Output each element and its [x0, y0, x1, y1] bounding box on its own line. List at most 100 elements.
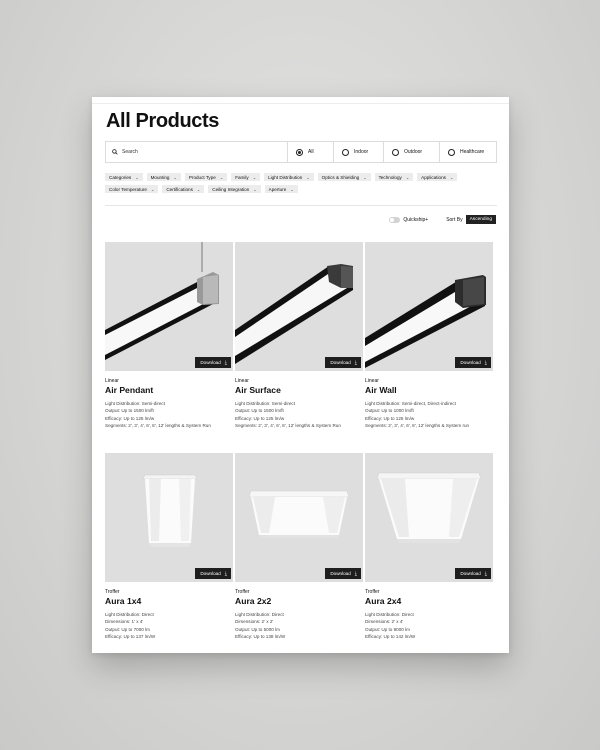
product-spec: Efficacy: Up to 137 lm/W — [105, 634, 156, 640]
sort-select[interactable]: Ascending — [465, 215, 496, 224]
product-name[interactable]: Aura 1x4 — [105, 596, 233, 606]
product-name[interactable]: Air Pendant — [105, 385, 233, 395]
filter-label: Light Distribution — [268, 174, 303, 180]
search-input[interactable] — [122, 149, 272, 155]
product-name[interactable]: Air Wall — [365, 385, 493, 395]
download-icon: ⤓ — [224, 359, 227, 366]
scope-option-healthcare[interactable]: Healthcare — [440, 142, 496, 162]
product-spec: Light Distribution: Direct — [235, 612, 284, 617]
filter-light-distribution[interactable]: Light Distribution ⌄ — [264, 173, 314, 181]
product-card[interactable]: Download ⤓ Linear Air Surface Light Distr… — [235, 242, 363, 445]
linear-pendant-image — [105, 242, 219, 360]
chevron-down-icon: ⌄ — [253, 186, 257, 192]
product-spec: Light Distribution: Direct — [365, 612, 414, 617]
filter-bar: Categories ⌄ Mounting ⌄ Product Type ⌄ Fami… — [105, 173, 485, 193]
search-field[interactable] — [106, 142, 288, 162]
filter-label: Ceiling Integration — [212, 186, 250, 192]
product-image[interactable]: Download ⤓ — [365, 242, 493, 371]
product-family: Troffer — [235, 589, 250, 595]
product-name[interactable]: Air Surface — [235, 385, 363, 395]
product-name[interactable]: Aura 2x4 — [365, 596, 493, 606]
linear-surface-image — [235, 264, 353, 364]
product-image[interactable]: Download ⤓ — [235, 242, 363, 371]
product-spec: Dimensions: 2' x 2' — [235, 619, 274, 625]
download-button[interactable]: Download ⤓ — [325, 568, 361, 579]
product-family: Linear — [235, 378, 249, 384]
product-spec: Segments: 2', 3', 4', 6', 8', 12' length… — [235, 423, 341, 429]
product-card[interactable]: Download ⤓ Troffer Aura 2x4 Light Distrib… — [365, 453, 493, 653]
product-card[interactable]: Download ⤓ Linear Air Pendant Light Distr… — [105, 242, 233, 445]
chevron-down-icon: ⌄ — [290, 186, 294, 192]
product-spec: Light Distribution: Direct — [105, 612, 154, 617]
chevron-down-icon: ⌄ — [173, 174, 177, 180]
chevron-down-icon: ⌄ — [219, 174, 224, 180]
filter-aperture[interactable]: Aperture ⌄ — [264, 185, 298, 193]
product-spec: Output: Up to 7000 lm — [105, 626, 150, 632]
product-spec: Efficacy: Up to 125 lm/w — [365, 415, 415, 421]
product-card[interactable]: Download ⤓ Linear Air Wall Light Distribu… — [365, 242, 493, 445]
scope-label: All — [308, 149, 314, 155]
product-spec: Efficacy: Up to 142 lm/W — [365, 634, 416, 640]
download-button[interactable]: Download ⤓ — [455, 357, 491, 368]
download-icon: ⤓ — [484, 359, 487, 366]
chevron-down-icon: ⌄ — [449, 174, 454, 180]
download-button[interactable]: Download ⤓ — [325, 357, 361, 368]
chevron-down-icon: ⌄ — [252, 174, 257, 180]
filter-categories[interactable]: Categories ⌄ — [105, 173, 143, 181]
product-spec: Light Distribution: Semi-direct — [105, 401, 165, 406]
product-card[interactable]: Download ⤓ Troffer Aura 1x4 Light Distrib… — [105, 453, 233, 653]
product-card[interactable]: Download ⤓ Troffer Aura 2x2 Light Distrib… — [235, 453, 363, 653]
product-name[interactable]: Aura 2x2 — [235, 596, 363, 606]
product-spec: Segments: 2', 3', 4', 6', 8', 12' length… — [105, 423, 211, 429]
scope-option-outdoor[interactable]: Outdoor — [384, 142, 440, 162]
filter-label: Applications — [421, 174, 446, 180]
chevron-down-icon: ⌄ — [405, 174, 410, 180]
product-catalog-page: All Products All Indoor Outdoor Healthca… — [92, 97, 509, 653]
product-spec: Output: Up to 1000 lm/ft — [365, 408, 414, 414]
filter-family[interactable]: Family ⌄ — [231, 173, 261, 181]
product-grid: Download ⤓ Linear Air Pendant Light Distr… — [105, 242, 497, 653]
download-icon: ⤓ — [484, 570, 487, 577]
product-image[interactable]: Download ⤓ — [105, 453, 233, 582]
download-icon: ⤓ — [354, 359, 357, 366]
filter-color-temperature[interactable]: Color Temperature ⌄ — [105, 185, 159, 193]
top-divider — [92, 103, 509, 104]
radio-icon — [342, 148, 349, 156]
sort-label: Sort By — [446, 216, 463, 223]
scope-option-all[interactable]: All — [288, 142, 334, 162]
filter-applications[interactable]: Applications ⌄ — [417, 173, 458, 181]
section-divider — [105, 205, 497, 206]
radio-selected-icon — [296, 148, 303, 156]
download-icon: ⤓ — [224, 570, 227, 577]
download-icon: ⤓ — [354, 570, 357, 577]
chevron-down-icon: ⌄ — [363, 174, 367, 180]
quickship-toggle[interactable] — [389, 216, 401, 223]
download-button[interactable]: Download ⤓ — [455, 568, 491, 579]
filter-ceiling-integration[interactable]: Ceiling Integration ⌄ — [208, 185, 261, 193]
filter-label: Color Temperature — [109, 186, 147, 192]
filter-label: Mounting — [150, 174, 170, 180]
filter-certifications[interactable]: Certifications ⌄ — [162, 185, 205, 193]
page-title: All Products — [106, 110, 219, 132]
filter-technology[interactable]: Technology ⌄ — [374, 173, 414, 181]
download-label: Download — [460, 571, 481, 576]
product-image[interactable]: Download ⤓ — [365, 453, 493, 582]
product-spec: Output: Up to 9000 lm — [365, 626, 410, 632]
product-spec: Output: Up to 5000 lm — [235, 626, 280, 632]
filter-mounting[interactable]: Mounting ⌄ — [146, 173, 181, 181]
linear-wall-image — [365, 275, 486, 368]
product-image[interactable]: Download ⤓ — [235, 453, 363, 582]
download-button[interactable]: Download ⤓ — [195, 357, 231, 368]
chevron-down-icon: ⌄ — [150, 186, 155, 192]
download-button[interactable]: Download ⤓ — [195, 568, 231, 579]
scope-option-indoor[interactable]: Indoor — [334, 142, 384, 162]
download-label: Download — [200, 360, 221, 365]
filter-label: Product Type — [188, 174, 216, 180]
filter-product-type[interactable]: Product Type ⌄ — [184, 173, 228, 181]
filter-label: Categories — [109, 174, 132, 180]
scope-label: Healthcare — [460, 149, 485, 155]
product-spec: Light Distribution: Semi-direct — [235, 401, 295, 406]
search-icon — [112, 149, 118, 155]
filter-optics-shielding[interactable]: Optics & Shielding ⌄ — [317, 173, 371, 181]
product-image[interactable]: Download ⤓ — [105, 242, 233, 371]
